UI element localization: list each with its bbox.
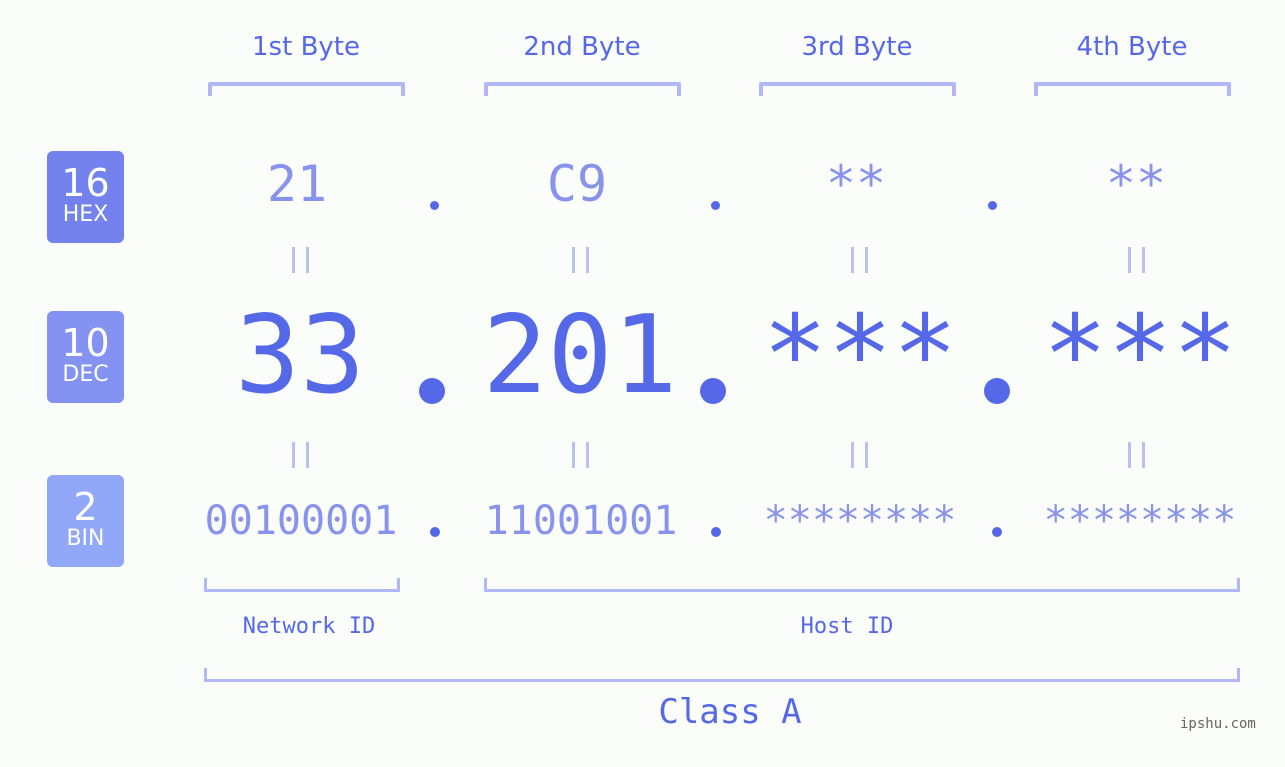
dec-dot-1 bbox=[419, 378, 445, 404]
dec-base: 10 bbox=[61, 321, 110, 365]
dec-byte-1: 33 bbox=[234, 293, 366, 418]
class-bracket bbox=[204, 668, 1240, 682]
equals-icon bbox=[851, 442, 868, 468]
dec-byte-2: 201 bbox=[482, 293, 678, 418]
equals-icon bbox=[1128, 247, 1145, 273]
hex-byte-2: C9 bbox=[546, 155, 608, 213]
bin-label: BIN bbox=[66, 526, 105, 551]
dec-badge: 10 DEC bbox=[47, 311, 124, 403]
dec-byte-3: *** bbox=[762, 293, 958, 418]
bin-dot-3 bbox=[992, 527, 1002, 537]
bin-dot-2 bbox=[711, 527, 721, 537]
hex-byte-4: ** bbox=[1105, 155, 1167, 213]
bin-base: 2 bbox=[73, 485, 98, 529]
bin-byte-1: 00100001 bbox=[204, 498, 398, 544]
hex-dot-3 bbox=[988, 201, 997, 210]
equals-icon bbox=[851, 247, 868, 273]
equals-icon bbox=[572, 442, 589, 468]
hex-label: HEX bbox=[62, 202, 109, 227]
hex-byte-3: ** bbox=[825, 155, 887, 213]
byte-header-3: 3rd Byte bbox=[801, 32, 913, 62]
equals-icon bbox=[572, 247, 589, 273]
dec-label: DEC bbox=[62, 362, 109, 387]
bin-badge: 2 BIN bbox=[47, 475, 124, 567]
bin-byte-4: ******** bbox=[1043, 498, 1237, 544]
hex-dot-2 bbox=[711, 201, 720, 210]
byte-bracket-2 bbox=[484, 82, 681, 96]
equals-icon bbox=[1128, 442, 1145, 468]
dec-byte-4: *** bbox=[1042, 293, 1238, 418]
watermark: ipshu.com bbox=[1180, 716, 1256, 732]
hex-base: 16 bbox=[61, 161, 110, 205]
bin-byte-2: 11001001 bbox=[484, 498, 678, 544]
bin-dot-1 bbox=[430, 527, 440, 537]
host-id-bracket bbox=[484, 578, 1240, 592]
bin-byte-3: ******** bbox=[763, 498, 957, 544]
dec-dot-3 bbox=[984, 378, 1010, 404]
equals-icon bbox=[292, 442, 309, 468]
byte-bracket-3 bbox=[759, 82, 956, 96]
byte-bracket-1 bbox=[208, 82, 405, 96]
dec-dot-2 bbox=[700, 378, 726, 404]
class-label: Class A bbox=[658, 692, 802, 732]
hex-byte-1: 21 bbox=[266, 155, 328, 213]
equals-icon bbox=[292, 247, 309, 273]
byte-header-1: 1st Byte bbox=[252, 32, 360, 62]
network-id-label: Network ID bbox=[242, 614, 376, 639]
hex-badge: 16 HEX bbox=[47, 151, 124, 243]
hex-dot-1 bbox=[430, 201, 439, 210]
byte-header-2: 2nd Byte bbox=[523, 32, 641, 62]
byte-header-4: 4th Byte bbox=[1076, 32, 1188, 62]
host-id-label: Host ID bbox=[800, 614, 894, 639]
byte-bracket-4 bbox=[1034, 82, 1231, 96]
network-id-bracket bbox=[204, 578, 400, 592]
